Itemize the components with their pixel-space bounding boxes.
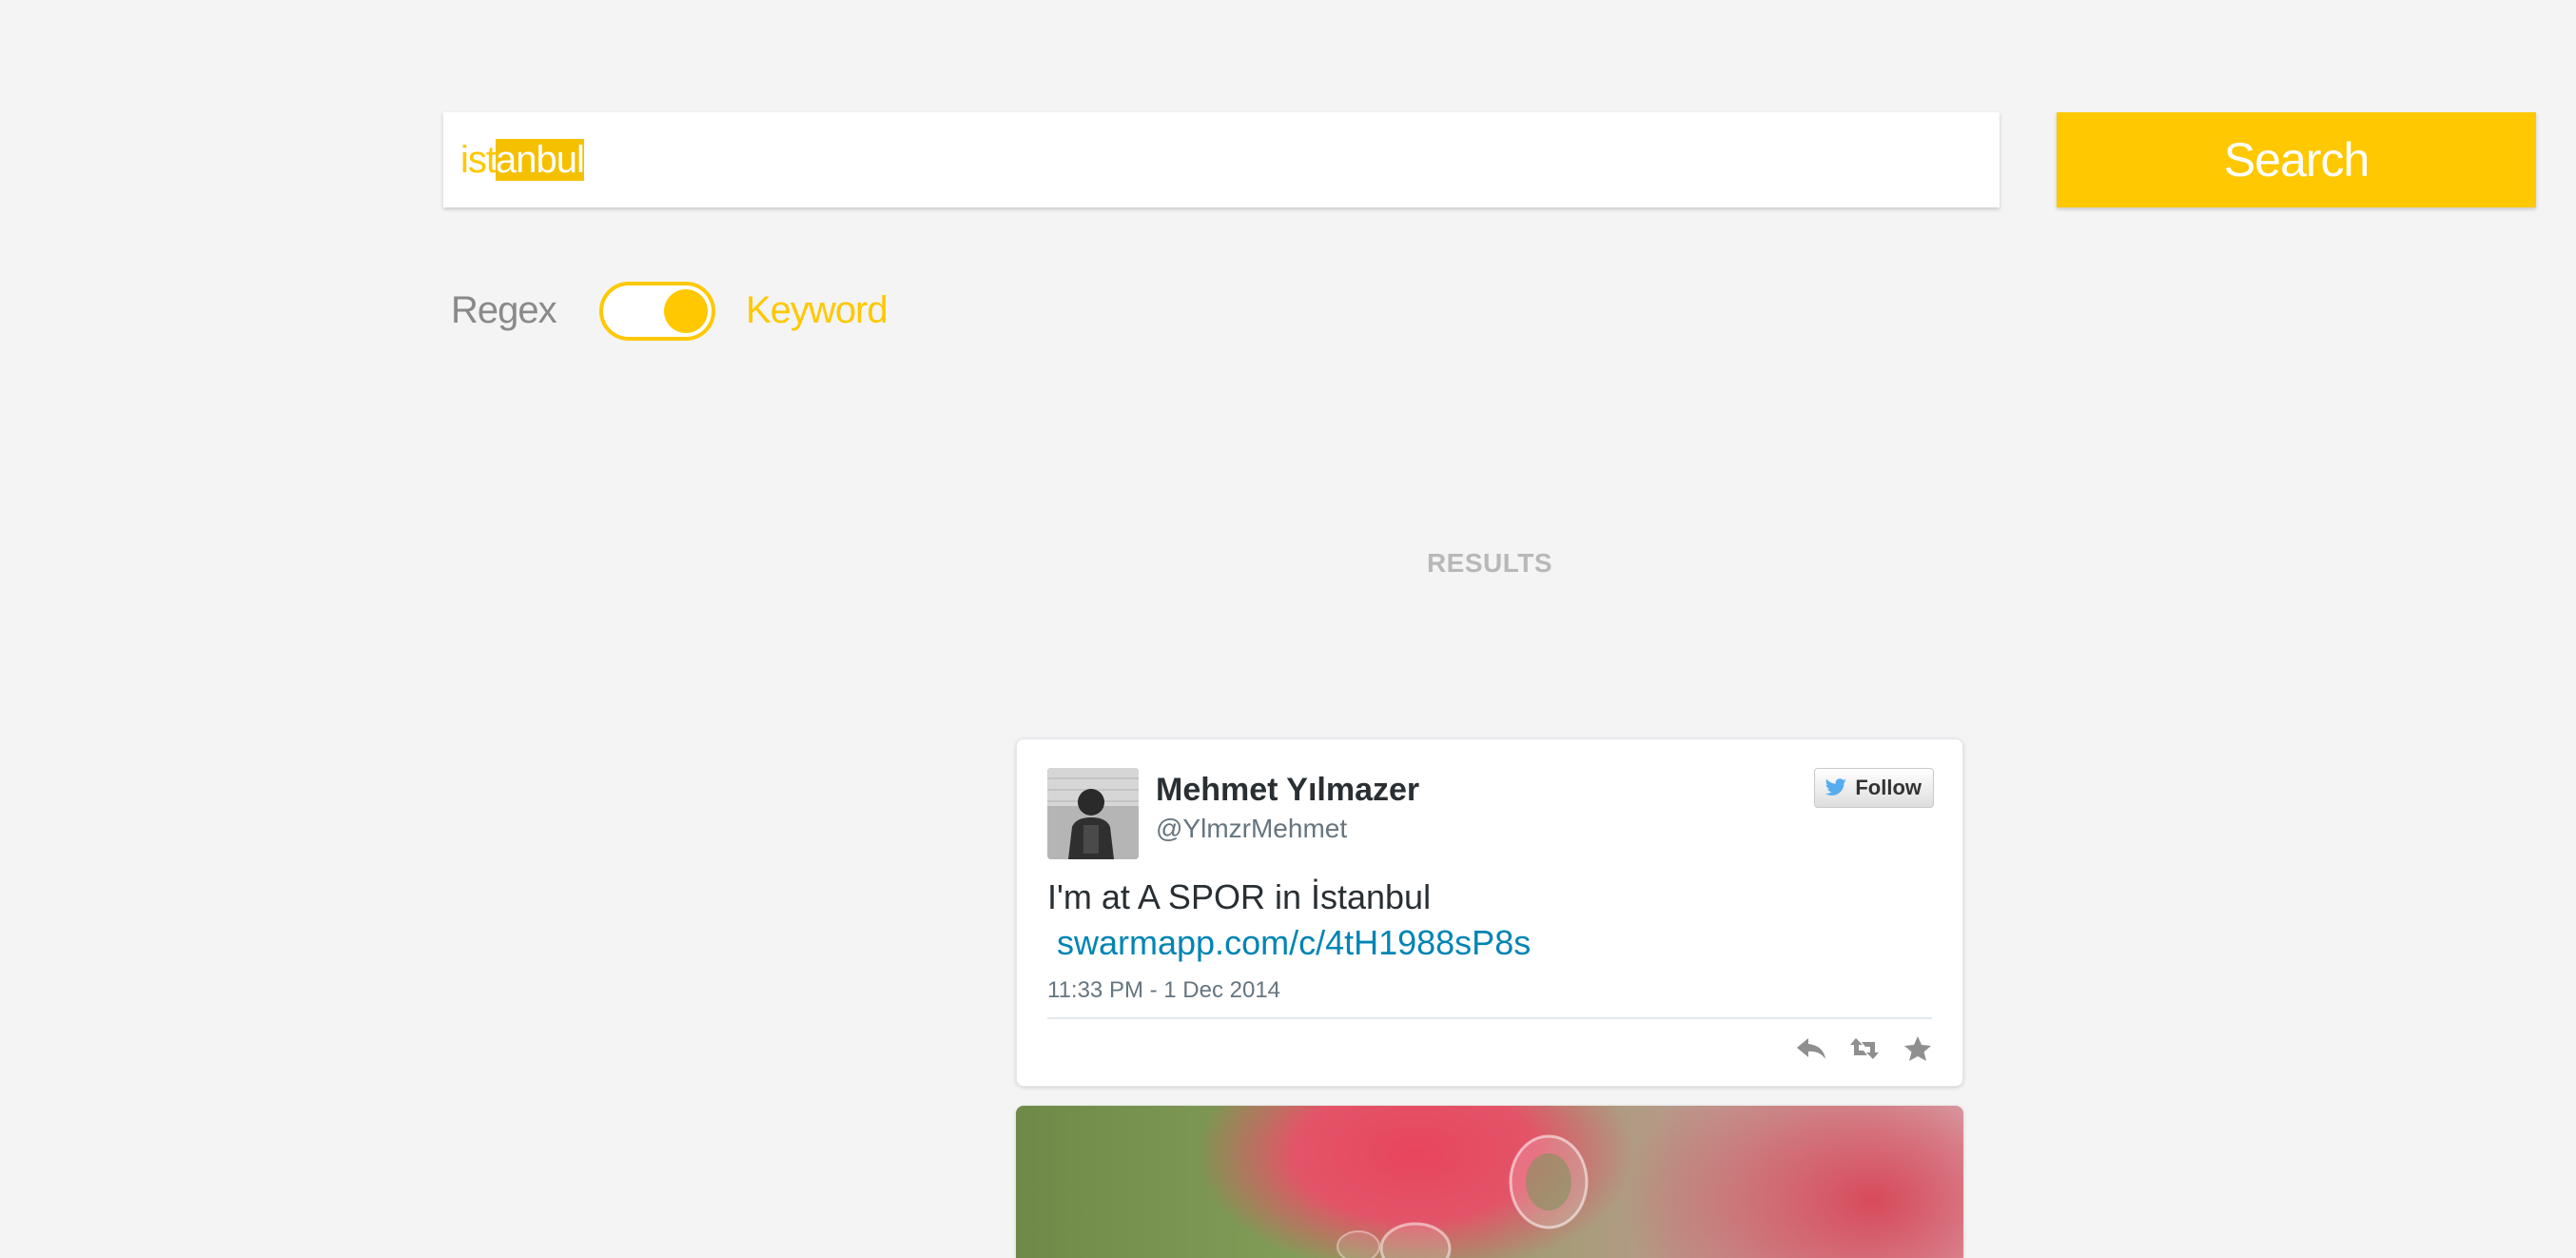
- twitter-bird-icon: [1825, 778, 1847, 796]
- follow-button[interactable]: Follow: [1814, 768, 1934, 808]
- tweet-actions: [1795, 1034, 1934, 1063]
- regex-label[interactable]: Regex: [451, 287, 557, 333]
- search-text-selection: anbul: [496, 139, 585, 181]
- author-name[interactable]: Mehmet Yılmazer: [1156, 772, 1419, 809]
- search-input-text[interactable]: istanbul: [460, 139, 585, 181]
- tweet-card: Mehmet Yılmazer @YlmzrMehmet Follow I'm …: [1016, 738, 1963, 1087]
- tweet-text: I'm at A SPOR in İstanbul swarmapp.com/c…: [1047, 875, 1922, 966]
- result-image-card[interactable]: [1016, 1106, 1963, 1258]
- avatar[interactable]: [1047, 768, 1139, 859]
- tweet-link[interactable]: swarmapp.com/c/4tH1988sP8s: [1047, 920, 1922, 966]
- favorite-icon[interactable]: [1902, 1034, 1934, 1063]
- retweet-icon[interactable]: [1848, 1034, 1881, 1063]
- search-button[interactable]: Search: [2057, 112, 2536, 207]
- toggle-knob: [664, 289, 708, 333]
- follow-button-label: Follow: [1855, 776, 1922, 799]
- tweet-timestamp[interactable]: 11:33 PM - 1 Dec 2014: [1047, 977, 1280, 1004]
- avatar-photo: [1047, 768, 1139, 859]
- keyword-label[interactable]: Keyword: [746, 287, 888, 333]
- result-photo: [1337, 1134, 1589, 1258]
- results-heading: RESULTS: [1426, 548, 1553, 578]
- tweet-divider: [1047, 1017, 1932, 1019]
- tweet-body: I'm at A SPOR in İstanbul: [1047, 877, 1432, 916]
- mode-toggle-switch[interactable]: [599, 282, 715, 341]
- author-handle[interactable]: @YlmzrMehmet: [1156, 814, 1347, 844]
- reply-icon[interactable]: [1795, 1034, 1827, 1063]
- search-input[interactable]: istanbul: [443, 112, 2000, 207]
- search-text-unselected: ist: [460, 139, 497, 181]
